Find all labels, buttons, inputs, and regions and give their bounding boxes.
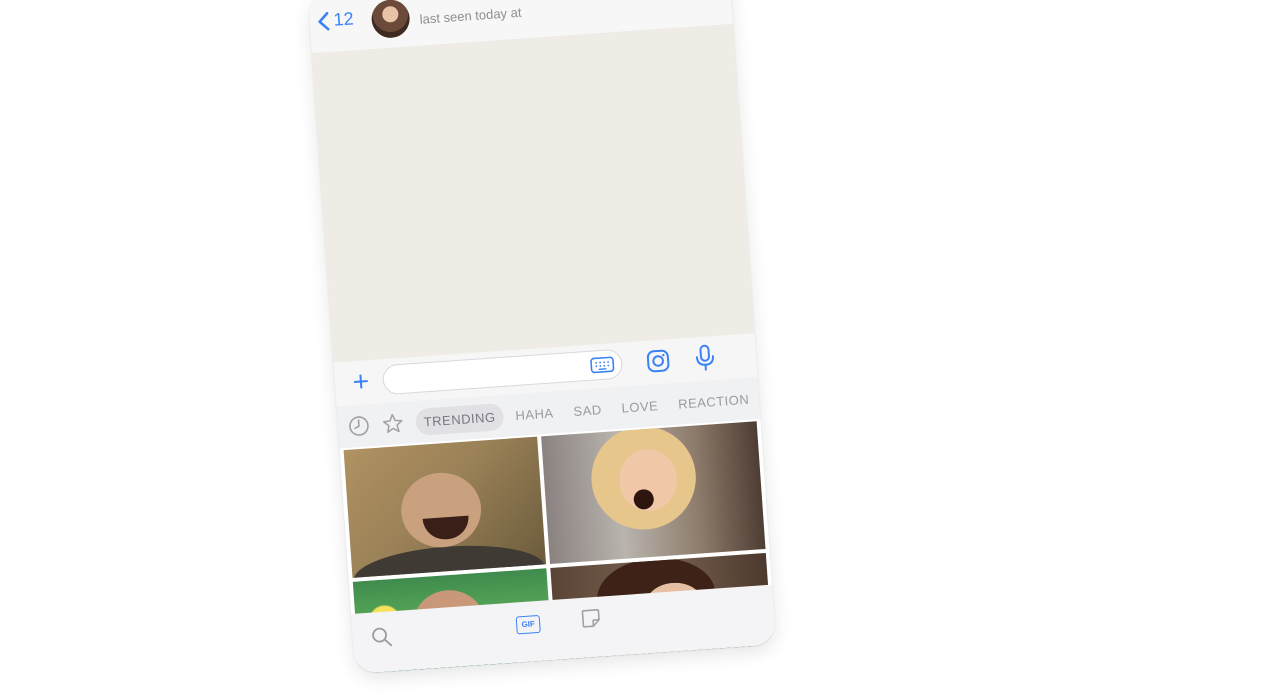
last-seen-status: last seen today at [419, 4, 522, 27]
gif-thumbnail[interactable] [343, 436, 547, 578]
tab-love[interactable]: LOVE [613, 391, 667, 422]
unread-count: 12 [332, 8, 355, 30]
tab-sad[interactable]: SAD [565, 395, 611, 425]
tab-trending[interactable]: TRENDING [414, 402, 505, 436]
star-icon[interactable] [381, 412, 404, 435]
gif-button[interactable]: GIF [515, 614, 541, 635]
keyboard-icon[interactable] [590, 356, 615, 374]
gif-thumbnail[interactable] [541, 421, 766, 565]
chevron-left-icon [318, 11, 330, 31]
tab-reaction[interactable]: REACTION [669, 385, 758, 418]
search-icon[interactable] [370, 625, 393, 648]
tab-haha[interactable]: HAHA [507, 398, 563, 429]
sticker-icon[interactable] [579, 607, 602, 630]
avatar[interactable] [370, 0, 411, 40]
clock-icon[interactable] [347, 414, 370, 437]
chat-area [311, 23, 755, 363]
camera-icon[interactable] [645, 348, 671, 374]
phone-screen: 12 last seen today at + TRENDING HAHA SA… [307, 0, 777, 674]
add-attachment-button[interactable]: + [346, 365, 376, 398]
back-button[interactable]: 12 [317, 8, 354, 31]
microphone-icon[interactable] [693, 343, 717, 372]
